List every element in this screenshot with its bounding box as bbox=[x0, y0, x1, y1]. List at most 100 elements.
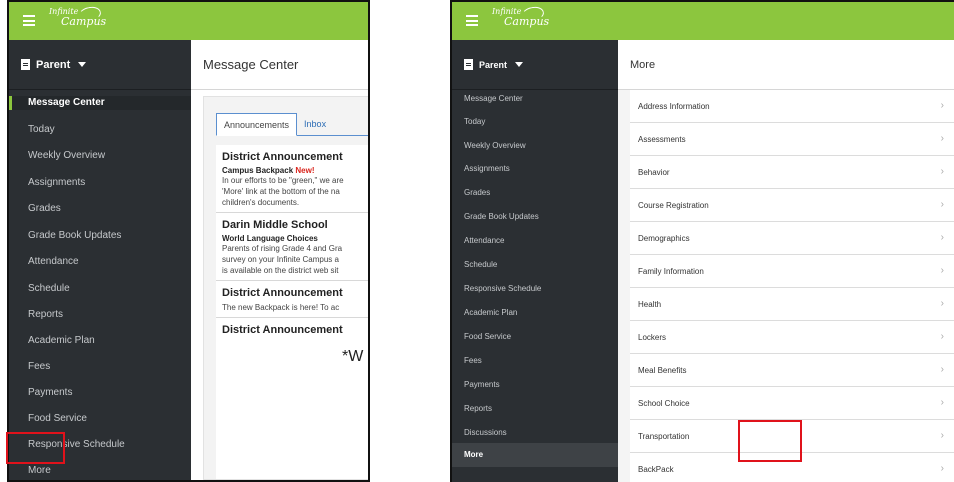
announcement-subtitle: World Language Choices bbox=[222, 234, 318, 243]
chevron-right-icon: › bbox=[940, 364, 944, 375]
sidebar-item-today[interactable]: Today bbox=[452, 115, 618, 129]
sidebar-item-fees[interactable]: Fees bbox=[452, 354, 618, 368]
announcement-line: In our efforts to be "green," we are bbox=[222, 176, 344, 185]
sidebar-item-reports[interactable]: Reports bbox=[452, 402, 618, 416]
caret-down-icon bbox=[78, 62, 87, 67]
sidebar-item-food-service[interactable]: Food Service bbox=[9, 412, 191, 426]
left-screenshot-panel: Infinite Campus Parent Message Center To… bbox=[7, 0, 370, 482]
page-title: Message Center bbox=[191, 40, 368, 90]
announcement-line: children's documents. bbox=[222, 198, 300, 207]
list-item-family-information[interactable]: Family Information › bbox=[630, 255, 954, 288]
sidebar-item-fees[interactable]: Fees bbox=[9, 360, 191, 374]
announcement-item[interactable]: Darin Middle School World Language Choic… bbox=[216, 213, 368, 281]
sidebar-item-assignments[interactable]: Assignments bbox=[9, 176, 191, 190]
announcement-line: 'More' link at the bottom of the na bbox=[222, 187, 340, 196]
sidebar-item-attendance[interactable]: Attendance bbox=[9, 255, 191, 269]
announcement-title: Darin Middle School bbox=[222, 219, 328, 231]
list-item-assessments[interactable]: Assessments › bbox=[630, 123, 954, 156]
role-selector[interactable]: Parent bbox=[9, 40, 191, 90]
sidebar-item-weekly-overview[interactable]: Weekly Overview bbox=[9, 149, 191, 163]
message-center-container: Announcements Inbox District Announcemen… bbox=[203, 96, 368, 480]
sidebar-item-attendance[interactable]: Attendance bbox=[452, 234, 618, 248]
list-item-lockers[interactable]: Lockers › bbox=[630, 321, 954, 354]
sidebar-item-payments[interactable]: Payments bbox=[452, 378, 618, 392]
new-badge: New! bbox=[295, 166, 315, 175]
document-icon bbox=[464, 59, 473, 70]
list-item-address-information[interactable]: Address Information › bbox=[630, 90, 954, 123]
chevron-right-icon: › bbox=[940, 133, 944, 144]
sidebar-item-grades[interactable]: Grades bbox=[9, 202, 191, 216]
announcement-item[interactable]: District Announcement *W bbox=[216, 318, 368, 370]
sidebar-item-payments[interactable]: Payments bbox=[9, 386, 191, 400]
announcement-item[interactable]: District Announcement Campus Backpack Ne… bbox=[216, 145, 368, 213]
sidebar-item-message-center[interactable]: Message Center bbox=[452, 92, 618, 106]
announcement-title: District Announcement bbox=[222, 287, 343, 299]
sidebar: Parent Message Center Today Weekly Overv… bbox=[9, 40, 191, 480]
announcement-line: Parents of rising Grade 4 and Gra bbox=[222, 244, 343, 253]
sidebar-item-message-center[interactable]: Message Center bbox=[9, 96, 191, 110]
list-item-demographics[interactable]: Demographics › bbox=[630, 222, 954, 255]
sidebar-item-today[interactable]: Today bbox=[9, 123, 191, 137]
tab-announcements[interactable]: Announcements bbox=[216, 113, 298, 136]
sidebar-item-reports[interactable]: Reports bbox=[9, 308, 191, 322]
highlight-box bbox=[6, 432, 65, 464]
highlight-box bbox=[738, 420, 802, 462]
role-selector[interactable]: Parent bbox=[452, 40, 618, 90]
hamburger-icon[interactable] bbox=[466, 15, 478, 26]
sidebar-item-schedule[interactable]: Schedule bbox=[9, 282, 191, 296]
sidebar-item-discussions[interactable]: Discussions bbox=[452, 426, 618, 440]
main-content: More Address Information › Assessments › B… bbox=[618, 40, 954, 482]
top-bar: Infinite Campus bbox=[9, 2, 368, 40]
announcement-list: District Announcement Campus Backpack Ne… bbox=[216, 145, 368, 479]
announcement-title: District Announcement bbox=[222, 151, 343, 163]
document-icon bbox=[21, 59, 30, 70]
chevron-right-icon: › bbox=[940, 265, 944, 276]
infinite-campus-logo: Infinite Campus bbox=[49, 5, 107, 28]
announcement-line: The new Backpack is here! To ac bbox=[222, 303, 340, 312]
sidebar-item-assignments[interactable]: Assignments bbox=[452, 162, 618, 176]
tab-inbox[interactable]: Inbox bbox=[297, 113, 333, 136]
chevron-right-icon: › bbox=[940, 430, 944, 441]
top-bar: Infinite Campus bbox=[452, 2, 954, 40]
chevron-right-icon: › bbox=[940, 331, 944, 342]
page-title: More bbox=[618, 40, 954, 90]
announcement-line: is available on the district web sit bbox=[222, 266, 339, 275]
chevron-right-icon: › bbox=[940, 199, 944, 210]
caret-down-icon bbox=[515, 62, 524, 67]
sidebar-item-more[interactable]: More bbox=[9, 464, 191, 478]
chevron-right-icon: › bbox=[940, 298, 944, 309]
announcement-line: survey on your Infinite Campus a bbox=[222, 255, 339, 264]
list-item-course-registration[interactable]: Course Registration › bbox=[630, 189, 954, 222]
sidebar-item-responsive-schedule[interactable]: Responsive Schedule bbox=[452, 282, 618, 296]
chevron-right-icon: › bbox=[940, 166, 944, 177]
chevron-right-icon: › bbox=[940, 100, 944, 111]
chevron-right-icon: › bbox=[940, 463, 944, 474]
hamburger-icon[interactable] bbox=[23, 15, 35, 26]
sidebar-item-schedule[interactable]: Schedule bbox=[452, 258, 618, 272]
announcement-subtitle: Campus Backpack New! bbox=[222, 166, 315, 175]
sidebar: Parent Message Center Today Weekly Overv… bbox=[452, 40, 618, 482]
announcement-item[interactable]: District Announcement The new Backpack i… bbox=[216, 281, 368, 318]
sidebar-item-grades[interactable]: Grades bbox=[452, 186, 618, 200]
right-screenshot-panel: Infinite Campus Parent Message Center To… bbox=[450, 0, 954, 482]
chevron-right-icon: › bbox=[940, 232, 944, 243]
main-content: Message Center Announcements Inbox Distr… bbox=[191, 40, 368, 480]
list-item-health[interactable]: Health › bbox=[630, 288, 954, 321]
list-item-behavior[interactable]: Behavior › bbox=[630, 156, 954, 189]
role-label: Parent bbox=[479, 59, 508, 70]
infinite-campus-logo: Infinite Campus bbox=[492, 5, 550, 28]
sidebar-item-weekly-overview[interactable]: Weekly Overview bbox=[452, 139, 618, 153]
sidebar-item-grade-book-updates[interactable]: Grade Book Updates bbox=[9, 229, 191, 243]
sidebar-item-academic-plan[interactable]: Academic Plan bbox=[9, 334, 191, 348]
list-item-school-choice[interactable]: School Choice › bbox=[630, 387, 954, 420]
role-label: Parent bbox=[36, 58, 71, 71]
announcement-big-text: *W bbox=[342, 348, 364, 365]
sidebar-item-grade-book-updates[interactable]: Grade Book Updates bbox=[452, 210, 618, 224]
sidebar-item-academic-plan[interactable]: Academic Plan bbox=[452, 306, 618, 320]
message-tabs: Announcements Inbox bbox=[216, 113, 368, 136]
list-item-meal-benefits[interactable]: Meal Benefits › bbox=[630, 354, 954, 387]
sidebar-item-more[interactable]: More bbox=[452, 443, 618, 467]
chevron-right-icon: › bbox=[940, 397, 944, 408]
announcement-title: District Announcement bbox=[222, 324, 343, 336]
sidebar-item-food-service[interactable]: Food Service bbox=[452, 330, 618, 344]
